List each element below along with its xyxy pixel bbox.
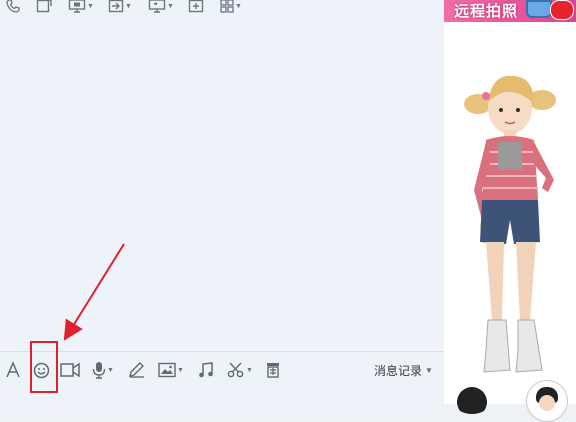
contact-avatar[interactable]	[526, 380, 568, 422]
avatar-show-figure	[464, 75, 556, 373]
smartwatch-icon	[526, 0, 552, 18]
contact-avatar[interactable]	[452, 384, 492, 414]
ad-banner[interactable]: 远程拍照	[444, 0, 576, 22]
annotation-arrow-icon	[63, 243, 125, 341]
ad-badge-icon	[550, 0, 574, 20]
ad-banner-text: 远程拍照	[454, 3, 519, 20]
